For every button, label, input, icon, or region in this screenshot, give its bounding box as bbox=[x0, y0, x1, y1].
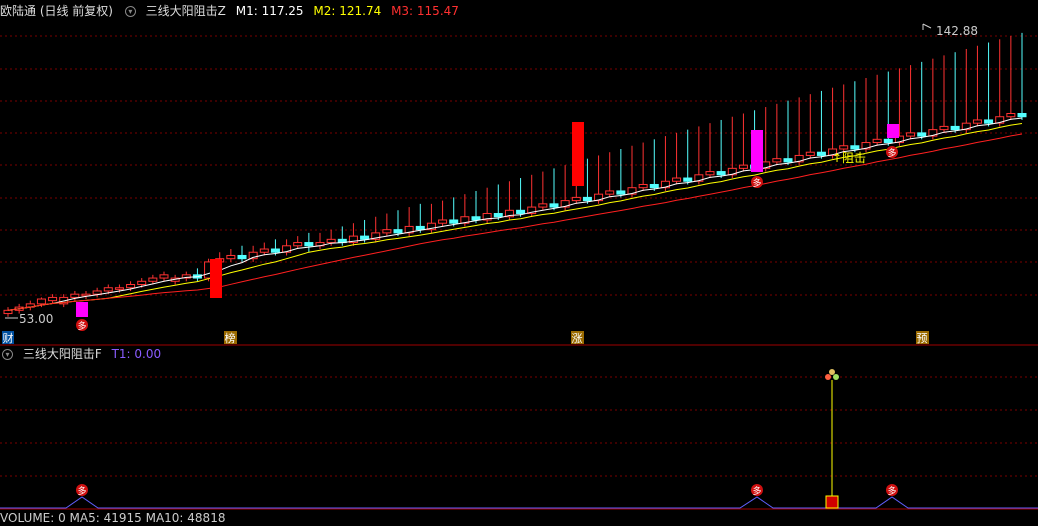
candle-body bbox=[616, 190, 626, 195]
candle-body bbox=[148, 277, 158, 282]
candle-body bbox=[493, 213, 503, 218]
candle-body bbox=[816, 151, 826, 156]
candle-body bbox=[137, 280, 147, 286]
candle-body bbox=[549, 203, 559, 208]
candle-body bbox=[917, 132, 927, 137]
candle-body bbox=[36, 298, 46, 305]
candle-body bbox=[783, 158, 793, 163]
candle-body bbox=[449, 219, 459, 224]
candle-body bbox=[293, 242, 303, 247]
candle-body bbox=[1006, 113, 1016, 118]
candle-body bbox=[237, 254, 247, 260]
ma-lines bbox=[7, 117, 1023, 311]
candle-body bbox=[649, 183, 659, 189]
svg-text:多: 多 bbox=[77, 485, 86, 497]
magenta-candle-1 bbox=[76, 302, 88, 317]
event-marker-yu[interactable]: 预 bbox=[916, 331, 929, 345]
candle-body bbox=[304, 242, 314, 247]
candle-body bbox=[70, 293, 80, 298]
candle-body bbox=[382, 229, 392, 234]
candle-body bbox=[1017, 113, 1027, 118]
candle-body bbox=[3, 309, 13, 315]
candle-body bbox=[270, 248, 280, 253]
magenta-candle-2 bbox=[751, 130, 763, 172]
main-grid bbox=[0, 35, 1038, 296]
low-price-label: 53.00 bbox=[19, 312, 53, 326]
svg-text:涨: 涨 bbox=[572, 332, 583, 345]
candle-body bbox=[705, 171, 715, 176]
big-yang-candle-2 bbox=[572, 122, 584, 186]
candle-body bbox=[393, 229, 403, 234]
event-marker-cai[interactable]: 财 bbox=[2, 331, 14, 345]
buy-signal-badge: 多 bbox=[886, 146, 898, 159]
candle-body bbox=[872, 138, 882, 144]
candle-body bbox=[48, 296, 58, 302]
svg-text:预: 预 bbox=[917, 332, 928, 345]
sub-buy-badge: 多 bbox=[751, 484, 763, 497]
svg-text:多: 多 bbox=[887, 485, 896, 497]
svg-text:多: 多 bbox=[887, 147, 896, 159]
candle-body bbox=[582, 196, 592, 202]
candle-body bbox=[672, 177, 682, 182]
sub-buy-badge: 多 bbox=[76, 484, 88, 497]
svg-text:榜: 榜 bbox=[225, 331, 236, 345]
candle-body bbox=[438, 219, 448, 224]
candle-body bbox=[103, 287, 113, 292]
candle-body bbox=[571, 196, 581, 202]
resist-annotation: ↑阻击 bbox=[832, 151, 866, 165]
candle-body bbox=[92, 290, 102, 295]
candle-body bbox=[939, 125, 949, 131]
candle-body bbox=[159, 274, 169, 279]
ma-line-m3 bbox=[7, 133, 1023, 311]
high-price-label: 142.88 bbox=[936, 24, 978, 38]
candle-body bbox=[972, 119, 982, 124]
candle-body bbox=[716, 171, 726, 176]
candle-body bbox=[738, 164, 748, 169]
candle-body bbox=[839, 145, 849, 150]
sub-buy-badge: 多 bbox=[886, 484, 898, 497]
candle-body bbox=[360, 235, 370, 240]
candle-body bbox=[226, 254, 236, 260]
buy-signal-badge: 多 bbox=[751, 176, 763, 189]
sub-indicator-baseline bbox=[0, 496, 1038, 509]
candle-body bbox=[516, 209, 526, 215]
event-marker-zhang[interactable]: 涨 bbox=[571, 331, 584, 345]
magenta-candle-3 bbox=[887, 124, 899, 138]
candle-body bbox=[850, 145, 860, 150]
svg-text:多: 多 bbox=[752, 485, 761, 497]
candle-body bbox=[638, 183, 648, 189]
candle-body bbox=[415, 225, 425, 231]
candlestick-series bbox=[3, 32, 1027, 317]
high-arrow bbox=[922, 23, 932, 29]
candle-body bbox=[259, 248, 269, 253]
candle-body bbox=[471, 216, 481, 221]
candle-body bbox=[126, 284, 136, 289]
svg-text:多: 多 bbox=[752, 177, 761, 189]
candle-body bbox=[984, 119, 994, 124]
candle-body bbox=[950, 125, 960, 131]
sub-grid bbox=[0, 376, 1038, 477]
big-yang-candle-1 bbox=[210, 259, 222, 298]
sub-spike-balls bbox=[825, 369, 839, 380]
candle-body bbox=[906, 132, 916, 137]
event-marker-bang[interactable]: 榜 bbox=[224, 331, 237, 345]
candle-body bbox=[326, 238, 336, 244]
candle-body bbox=[538, 203, 548, 208]
ma-line-m1 bbox=[7, 117, 1023, 311]
candle-body bbox=[772, 158, 782, 163]
sub-signal-box bbox=[825, 495, 839, 509]
candle-body bbox=[805, 151, 815, 156]
buy-signal-badge: 多 bbox=[76, 319, 88, 332]
candle-body bbox=[883, 138, 893, 144]
candle-body bbox=[605, 190, 615, 195]
chart-canvas[interactable]: 142.88 53.00 多 多 多 ↑阻击 财 榜 涨 预 多 多 多 bbox=[0, 0, 1038, 519]
svg-text:财: 财 bbox=[3, 331, 14, 345]
candle-body bbox=[683, 177, 693, 182]
svg-text:多: 多 bbox=[77, 320, 86, 332]
candle-body bbox=[114, 287, 124, 290]
